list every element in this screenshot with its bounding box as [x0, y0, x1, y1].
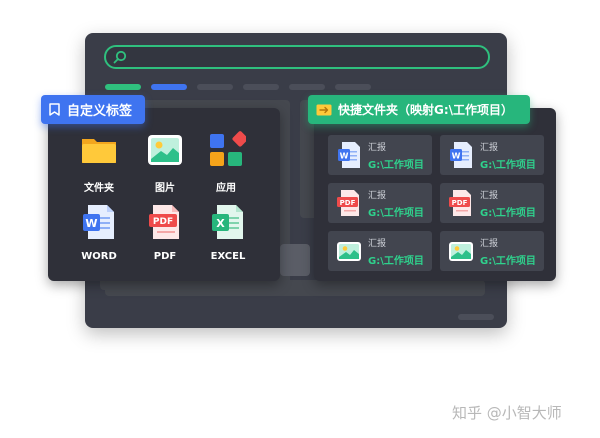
- bookmark-folder[interactable]: 文件夹: [71, 130, 127, 194]
- image-icon: [337, 242, 361, 261]
- svg-text:W: W: [340, 152, 349, 161]
- file-name: 汇报: [368, 239, 387, 249]
- background-panel: [280, 244, 310, 276]
- bookmark-pdf[interactable]: PDF PDF: [137, 202, 193, 262]
- bookmark-word[interactable]: W WORD: [71, 202, 127, 262]
- svg-text:PDF: PDF: [452, 199, 468, 207]
- svg-text:X: X: [216, 217, 225, 230]
- watermark: 知乎 @小智大师: [452, 404, 562, 422]
- bookmark-label: WORD: [81, 251, 117, 262]
- pdf-icon: PDF: [449, 190, 471, 216]
- file-path: G:\工作项目: [368, 160, 424, 171]
- bookmarks-title-badge: 自定义标签: [41, 95, 145, 124]
- tab-1[interactable]: [105, 84, 141, 90]
- word-icon: W: [83, 205, 114, 239]
- file-item[interactable]: PDF 汇报 G:\工作项目: [328, 183, 432, 223]
- tab-3[interactable]: [197, 84, 233, 90]
- file-path: G:\工作项目: [480, 208, 536, 219]
- file-item[interactable]: 汇报 G:\工作项目: [328, 231, 432, 271]
- pdf-icon: PDF: [149, 205, 179, 239]
- bookmarks-title: 自定义标签: [67, 104, 133, 119]
- bookmark-label: 应用: [216, 183, 236, 194]
- bookmark-label: 图片: [155, 183, 175, 194]
- bookmark-label: PDF: [153, 251, 177, 262]
- file-path: G:\工作项目: [368, 256, 424, 267]
- svg-text:PDF: PDF: [340, 199, 356, 207]
- svg-text:PDF: PDF: [153, 217, 173, 227]
- file-name: 汇报: [368, 191, 387, 201]
- scroll-indicator: [458, 314, 494, 320]
- file-name: 汇报: [480, 239, 499, 249]
- tab-2[interactable]: [151, 84, 187, 90]
- svg-text:W: W: [452, 152, 461, 161]
- bookmark-apps[interactable]: 应用: [198, 130, 254, 194]
- file-path: G:\工作项目: [368, 208, 424, 219]
- quick-folder-title: 快捷文件夹（映射G:\工作项目）: [338, 103, 514, 117]
- bookmark-label: 文件夹: [84, 183, 114, 194]
- folder-shortcut-icon: [316, 104, 332, 115]
- bookmark-excel[interactable]: X EXCEL: [200, 202, 256, 262]
- file-item[interactable]: PDF 汇报 G:\工作项目: [440, 183, 544, 223]
- quick-folder-title-badge: 快捷文件夹（映射G:\工作项目）: [308, 95, 530, 124]
- file-name: 汇报: [368, 143, 387, 153]
- image-icon: [449, 242, 473, 261]
- svg-text:W: W: [85, 217, 97, 230]
- bookmark-images[interactable]: 图片: [137, 130, 193, 194]
- apps-icon: [210, 131, 248, 166]
- tab-5[interactable]: [289, 84, 325, 90]
- file-item[interactable]: W 汇报 G:\工作项目: [440, 135, 544, 175]
- word-icon: W: [338, 142, 360, 168]
- file-path: G:\工作项目: [480, 256, 536, 267]
- image-icon: [148, 135, 182, 165]
- file-item[interactable]: 汇报 G:\工作项目: [440, 231, 544, 271]
- bookmark-icon: [49, 103, 60, 116]
- tab-strip: [105, 84, 385, 91]
- excel-icon: X: [212, 205, 243, 239]
- file-path: G:\工作项目: [480, 160, 536, 171]
- bookmark-label: EXCEL: [210, 251, 246, 262]
- file-name: 汇报: [480, 191, 499, 201]
- background-panel: [105, 280, 485, 296]
- word-icon: W: [450, 142, 472, 168]
- pdf-icon: PDF: [337, 190, 359, 216]
- tab-4[interactable]: [243, 84, 279, 90]
- folder-icon: [82, 139, 116, 163]
- search-icon: [113, 50, 127, 64]
- tab-6[interactable]: [335, 84, 371, 90]
- search-input[interactable]: [104, 45, 490, 69]
- file-name: 汇报: [480, 143, 499, 153]
- file-item[interactable]: W 汇报 G:\工作项目: [328, 135, 432, 175]
